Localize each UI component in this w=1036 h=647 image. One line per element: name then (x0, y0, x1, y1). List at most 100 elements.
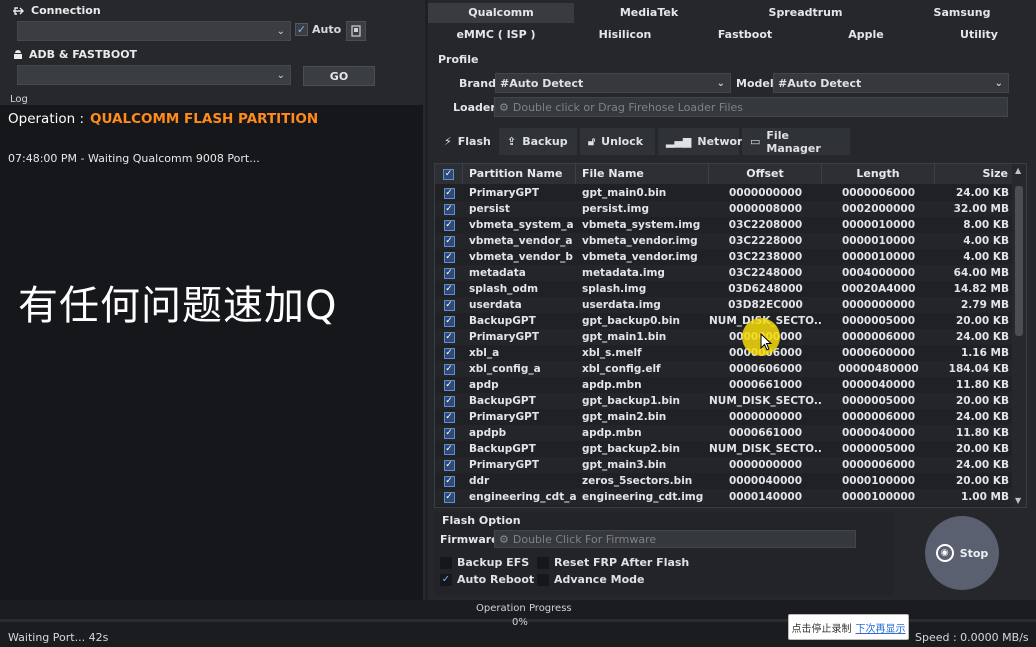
model-label: Model (736, 77, 774, 90)
row-checkbox[interactable]: ✓ (435, 281, 463, 297)
scroll-down-icon[interactable]: ▼ (1015, 496, 1021, 505)
go-button[interactable]: GO (303, 66, 375, 86)
loader-input[interactable]: ⚙ Double click or Drag Firehose Loader F… (494, 97, 1008, 117)
table-row[interactable]: ✓PrimaryGPTgpt_main1.bin0000000000000000… (435, 329, 1013, 345)
row-checkbox[interactable]: ✓ (435, 217, 463, 233)
table-row[interactable]: ✓ metadata metadata.img 03C2248000 000400000… (435, 265, 1013, 281)
row-checkbox[interactable]: ✓ (435, 313, 463, 329)
table-row[interactable]: ✓ vbmeta_vendor_b vbmeta_vendor.img 03C2238… (435, 249, 1013, 265)
size-cell: 24.00 KB (955, 187, 1009, 199)
offset-cell: 03C2248000 (728, 267, 803, 279)
table-row[interactable]: ✓ vbmeta_vendor_a vbmeta_vendor.img 03C2228… (435, 233, 1013, 249)
tab-samsung[interactable]: Samsung (887, 3, 1036, 23)
file-name-cell: gpt_main0.bin (582, 187, 667, 199)
device-manager-button[interactable] (346, 21, 366, 41)
brand-select[interactable]: #Auto Detect ⌄ (495, 73, 731, 93)
reset-frp-checkbox[interactable]: Reset FRP After Flash (537, 556, 689, 569)
table-row[interactable]: ✓ vbmeta_system_a vbmeta_system.img 03C2208… (435, 217, 1013, 233)
table-row[interactable]: ✓ PrimaryGPT gpt_main2.bin 0000000000 000000… (435, 409, 1013, 425)
row-checkbox[interactable]: ✓ (435, 409, 463, 425)
row-checkbox[interactable]: ✓ (435, 441, 463, 457)
subtab-backup-label: Backup (522, 135, 568, 148)
tab-qualcomm[interactable]: Qualcomm (428, 3, 574, 23)
table-row[interactable]: ✓ apdpb apdp.mbn 0000661000 0000040000 11.80 … (435, 425, 1013, 441)
table-row[interactable]: ✓ BackupGPT gpt_backup2.bin NUM_DISK_SECTO.… (435, 441, 1013, 457)
auto-checkbox[interactable]: ✓ Auto (295, 23, 341, 36)
table-row[interactable]: ✓ PrimaryGPT gpt_main3.bin 0000000000 000000… (435, 457, 1013, 473)
partition-name-cell: userdata (469, 299, 522, 311)
adb-device-select[interactable]: ⌄ (17, 65, 291, 85)
tab-utility[interactable]: Utility (928, 25, 1030, 45)
file-name-cell: vbmeta_vendor.img (582, 251, 698, 263)
select-all-checkbox[interactable]: ✓ (435, 164, 463, 184)
table-row[interactable]: ✓ apdp apdp.mbn 0000661000 0000040000 11.80 K… (435, 377, 1013, 393)
firmware-input[interactable]: ⚙ Double Click For Firmware (494, 530, 856, 548)
connection-port-select[interactable]: ⌄ (17, 21, 291, 41)
scrollbar-thumb[interactable] (1015, 186, 1023, 336)
col-partition-name[interactable]: Partition Name (463, 164, 576, 184)
table-row[interactable]: ✓ splash_odm splash.img 03D6248000 00020A400… (435, 281, 1013, 297)
tooltip-link[interactable]: 下次再显示 (856, 620, 906, 635)
offset-cell: 0000606000 (728, 363, 803, 375)
flash-option-panel: Flash Option Firmware ⚙ Double Click For… (434, 512, 894, 596)
advance-mode-checkbox[interactable]: Advance Mode (537, 573, 644, 586)
row-checkbox[interactable]: ✓ (435, 345, 463, 361)
col-file-name[interactable]: File Name (576, 164, 709, 184)
brand-label: Brand (459, 77, 496, 90)
table-row[interactable]: ✓ userdata userdata.img 03D82EC000 000000000… (435, 297, 1013, 313)
row-checkbox[interactable]: ✓ (435, 265, 463, 281)
subtab-unlock[interactable]: 🔓︎ Unlock (580, 128, 655, 155)
row-checkbox[interactable]: ✓ (435, 393, 463, 409)
tab-mediatek[interactable]: MediaTek (574, 3, 724, 23)
file-name-cell: gpt_main2.bin (582, 411, 667, 423)
file-name-cell: apdp.mbn (582, 379, 642, 391)
table-row[interactable]: ✓xbl_axbl_s.melf000000600000006000001.16… (435, 345, 1013, 361)
stop-button[interactable]: ◉ Stop (925, 516, 999, 590)
subtab-file-manager[interactable]: ▭ File Manager (742, 128, 850, 155)
backup-efs-checkbox[interactable]: Backup EFS (440, 556, 529, 569)
table-row[interactable]: ✓ ddr zeros_5sectors.bin 0000040000 00001000… (435, 473, 1013, 489)
row-checkbox[interactable]: ✓ (435, 249, 463, 265)
partition-name-cell: vbmeta_vendor_a (469, 235, 573, 247)
checkmark-icon: ✓ (443, 395, 455, 407)
row-checkbox[interactable]: ✓ (435, 361, 463, 377)
col-size[interactable]: Size (935, 164, 1013, 184)
table-scrollbar[interactable]: ▲ ▼ (1012, 164, 1026, 507)
tab-spreadtrum[interactable]: Spreadtrum (724, 3, 887, 23)
signal-icon: ▂▄▆ (666, 135, 692, 148)
table-row[interactable]: ✓ BackupGPT gpt_backup1.bin NUM_DISK_SECTO.… (435, 393, 1013, 409)
auto-reboot-checkbox[interactable]: ✓ Auto Reboot (440, 573, 534, 586)
row-checkbox[interactable]: ✓ (435, 377, 463, 393)
row-checkbox[interactable]: ✓ (435, 329, 463, 345)
table-row[interactable]: ✓BackupGPTgpt_backup0.binNUM_DISK_SECTO.… (435, 313, 1013, 329)
tab-fastboot[interactable]: Fastboot (686, 25, 804, 45)
model-select[interactable]: #Auto Detect ⌄ (773, 73, 1009, 93)
row-checkbox[interactable]: ✓ (435, 425, 463, 441)
col-offset[interactable]: Offset (709, 164, 822, 184)
checkmark-icon: ✓ (443, 475, 455, 487)
subtab-backup[interactable]: ⇪ Backup (499, 128, 577, 155)
row-checkbox[interactable]: ✓ (435, 185, 463, 201)
row-checkbox[interactable]: ✓ (435, 489, 463, 505)
table-row[interactable]: ✓ persist persist.img 0000008000 0002000000 3… (435, 201, 1013, 217)
tab-emmc-isp[interactable]: eMMC ( ISP ) (428, 25, 564, 45)
row-checkbox[interactable]: ✓ (435, 201, 463, 217)
table-row[interactable]: ✓ engineering_cdt_a engineering_cdt.img 000… (435, 489, 1013, 505)
gears-icon: ⚙ (499, 532, 509, 546)
auto-reboot-label: Auto Reboot (457, 573, 535, 586)
col-length[interactable]: Length (822, 164, 935, 184)
subtab-network[interactable]: ▂▄▆ Network (658, 128, 750, 155)
table-row[interactable]: ✓ xbl_config_a xbl_config.elf 0000606000 000… (435, 361, 1013, 377)
row-checkbox[interactable]: ✓ (435, 473, 463, 489)
file-name-cell: gpt_backup1.bin (582, 395, 680, 407)
length-cell: 0000010000 (841, 235, 916, 247)
scroll-up-icon[interactable]: ▲ (1015, 166, 1021, 175)
subtab-flash[interactable]: ⚡ Flash (436, 128, 496, 155)
row-checkbox[interactable]: ✓ (435, 297, 463, 313)
table-row[interactable]: ✓ PrimaryGPT gpt_main0.bin 0000000000 000000… (435, 185, 1013, 201)
row-checkbox[interactable]: ✓ (435, 233, 463, 249)
tab-apple[interactable]: Apple (804, 25, 928, 45)
tab-hisilicon[interactable]: Hisilicon (564, 25, 686, 45)
row-checkbox[interactable]: ✓ (435, 457, 463, 473)
size-cell: 20.00 KB (955, 315, 1009, 327)
